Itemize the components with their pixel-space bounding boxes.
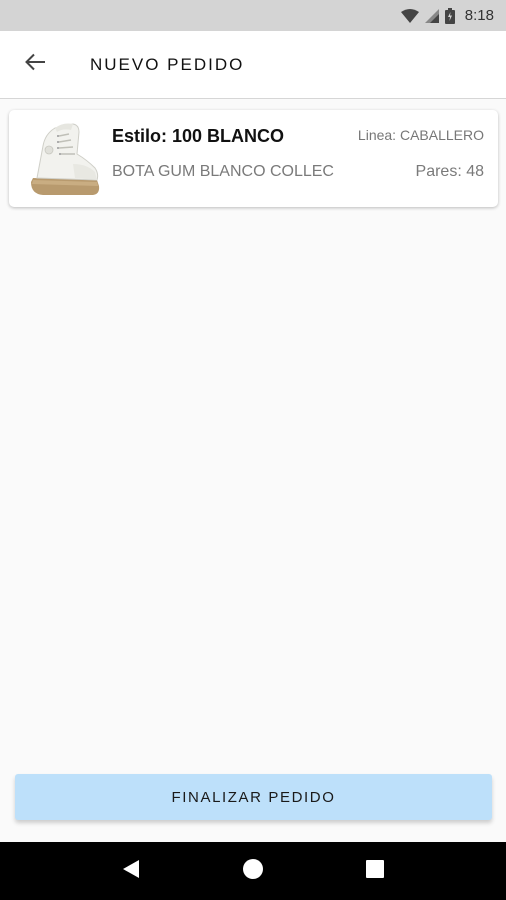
nav-back-button[interactable] (111, 851, 151, 891)
battery-icon (444, 7, 455, 24)
app-bar: NUEVO PEDIDO (0, 31, 506, 99)
item-description: BOTA GUM BLANCO COLLEC (112, 163, 334, 180)
back-triangle-icon (122, 859, 140, 884)
finish-order-button[interactable]: FINALIZAR PEDIDO (15, 774, 492, 820)
screen: 8:18 NUEVO PEDIDO Estilo: 100 BLANCO Lin… (0, 0, 506, 900)
page-title: NUEVO PEDIDO (90, 54, 245, 74)
item-line: Linea: CABALLERO (357, 127, 484, 143)
back-button[interactable] (0, 31, 70, 99)
recents-square-icon (366, 859, 384, 883)
nav-home-button[interactable] (233, 851, 273, 891)
item-style: Estilo: 100 BLANCO (112, 126, 285, 146)
wifi-icon (400, 8, 419, 23)
cell-signal-icon (424, 8, 439, 23)
status-time: 8:18 (464, 7, 494, 24)
arrow-left-icon (24, 53, 46, 76)
item-pairs: Pares: 48 (415, 163, 484, 180)
sneaker-image (29, 120, 101, 198)
status-bar: 8:18 (0, 0, 506, 31)
navigation-bar (0, 842, 506, 900)
order-item-card[interactable]: Estilo: 100 BLANCO Linea: CABALLERO BOTA… (9, 110, 498, 207)
nav-recents-button[interactable] (355, 851, 395, 891)
home-circle-icon (242, 858, 264, 885)
